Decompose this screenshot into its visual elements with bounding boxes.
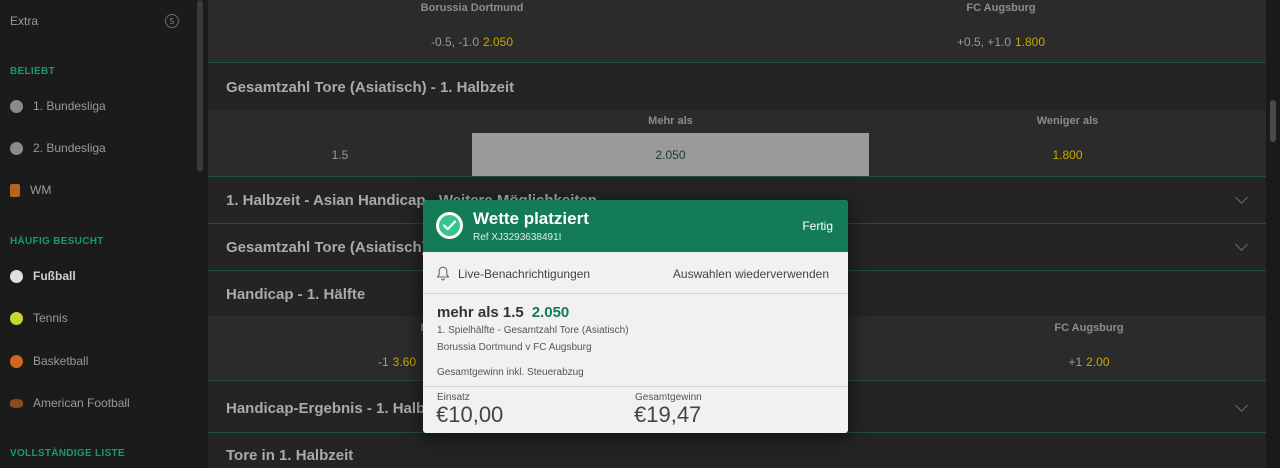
bet-placed-dialog: Wette platziert Ref XJ3293638491I Fertig… [423, 200, 848, 433]
sidebar-item-wm[interactable]: WM [0, 172, 195, 208]
bundesliga-icon [10, 141, 23, 155]
chevron-down-icon[interactable] [1235, 399, 1248, 412]
sidebar-item-fussball[interactable]: Fußball [0, 258, 195, 294]
sidebar-item-basketball[interactable]: Basketball [0, 343, 195, 379]
sidebar-scrollbar[interactable] [197, 0, 203, 172]
market-title-handicap-half[interactable]: Handicap - 1. Hälfte [226, 286, 365, 303]
sidebar-item-tennis[interactable]: Tennis [0, 300, 195, 336]
odds-value: 1.800 [1015, 35, 1046, 49]
selection-name: mehr als 1.5 [437, 304, 524, 321]
sidebar-item-label: WM [30, 183, 52, 197]
market-title-goals-asian-ht[interactable]: Gesamtzahl Tore (Asiatisch) - 1. Halbzei… [226, 79, 514, 96]
market-title-handicap-result[interactable]: Handicap-Ergebnis - 1. Halbzeit [226, 400, 450, 417]
check-circle-icon [436, 212, 463, 239]
odds-value: 2.050 [483, 35, 514, 49]
american-football-icon [10, 398, 23, 408]
handicap-line: -0.5, -1.0 [430, 35, 479, 49]
sidebar-item-label: Extra [10, 14, 39, 28]
handicap-line: +1 [1068, 355, 1083, 369]
basketball-icon [10, 354, 23, 368]
page-scrollbar-thumb[interactable] [1270, 100, 1276, 142]
sidebar-item-label: Fußball [33, 269, 76, 283]
sidebar: Extra 5 BELIEBT 1. Bundesliga 2. Bundesl… [0, 0, 208, 468]
market-title-goals-asian[interactable]: Gesamtzahl Tore (Asiatisch) [226, 239, 427, 256]
dialog-title: Wette platziert [473, 209, 589, 228]
extra-count-badge: 5 [165, 14, 179, 28]
sidebar-item-extra[interactable]: Extra 5 [0, 3, 195, 39]
odds-value: 2.00 [1086, 355, 1110, 369]
market-title-goals-ht[interactable]: Tore in 1. Halbzeit [226, 447, 353, 464]
bet-market: 1. Spielhälfte - Gesamtzahl Tore (Asiati… [437, 325, 629, 336]
column-header-under: Weniger als [1036, 115, 1099, 127]
odds-value-over: 2.050 [655, 148, 686, 162]
selection-odds: 2.050 [531, 304, 570, 321]
column-header-away: FC Augsburg [966, 2, 1036, 14]
bundesliga-icon [10, 99, 23, 113]
column-header-home: Borussia Dortmund [420, 2, 524, 14]
dialog-header: Wette platziert Ref XJ3293638491I Fertig [423, 200, 848, 252]
odds-button-away[interactable]: +1 2.00 [889, 355, 1280, 369]
stake-amount: €10,00 [436, 402, 504, 427]
sidebar-item-american-football[interactable]: American Football [0, 385, 195, 421]
odds-button-away[interactable]: +0.5, +1.0 1.800 [801, 35, 1201, 49]
dialog-actions-row: Live-Benachrichtigungen Auswahlen wieder… [423, 252, 848, 294]
sidebar-item-label: Tennis [33, 311, 68, 325]
odds-value: 3.60 [392, 355, 417, 369]
total-return-amount: €19,47 [634, 402, 702, 427]
chevron-down-icon[interactable] [1235, 191, 1248, 204]
sidebar-item-1-bundesliga[interactable]: 1. Bundesliga [0, 88, 195, 124]
divider [208, 176, 1266, 177]
sidebar-item-label: American Football [33, 396, 130, 410]
sidebar-item-label: 2. Bundesliga [33, 141, 106, 155]
bet-reference: Ref XJ3293638491I [473, 232, 562, 243]
sidebar-item-label: Basketball [33, 354, 89, 368]
reuse-selections-link[interactable]: Auswahlen wiederverwenden [673, 267, 829, 281]
column-header-over: Mehr als [648, 115, 693, 127]
section-heading-full-list: VOLLSTÄNDIGE LISTE [10, 448, 125, 459]
tennis-ball-icon [10, 311, 23, 325]
odds-button-under[interactable]: 1.800 [869, 148, 1266, 162]
section-heading-frequent: HÄUFIG BESUCHT [10, 236, 104, 247]
bet-selection: mehr als 1.5 2.050 [437, 304, 569, 321]
handicap-line: -1 [377, 355, 389, 369]
divider [423, 386, 848, 387]
bell-icon [436, 266, 450, 281]
tax-note: Gesamtgewinn inkl. Steuerabzug [437, 367, 584, 378]
odds-button-home[interactable]: -0.5, -1.0 2.050 [272, 35, 672, 49]
handicap-line: +0.5, +1.0 [956, 35, 1011, 49]
bet-event: Borussia Dortmund v FC Augsburg [437, 342, 592, 353]
column-header-away: FC Augsburg [1054, 322, 1124, 334]
sidebar-item-2-bundesliga[interactable]: 2. Bundesliga [0, 130, 195, 166]
page-scrollbar[interactable] [1266, 0, 1280, 468]
soccer-ball-icon [10, 269, 23, 283]
live-notifications-link[interactable]: Live-Benachrichtigungen [458, 267, 590, 281]
sidebar-item-label: 1. Bundesliga [33, 99, 106, 113]
chevron-down-icon[interactable] [1235, 238, 1248, 251]
goal-line: 1.5 [331, 148, 349, 162]
world-cup-icon [10, 183, 20, 197]
section-heading-popular: BELIEBT [10, 66, 55, 77]
divider [208, 62, 1266, 63]
done-button[interactable]: Fertig [802, 219, 833, 233]
